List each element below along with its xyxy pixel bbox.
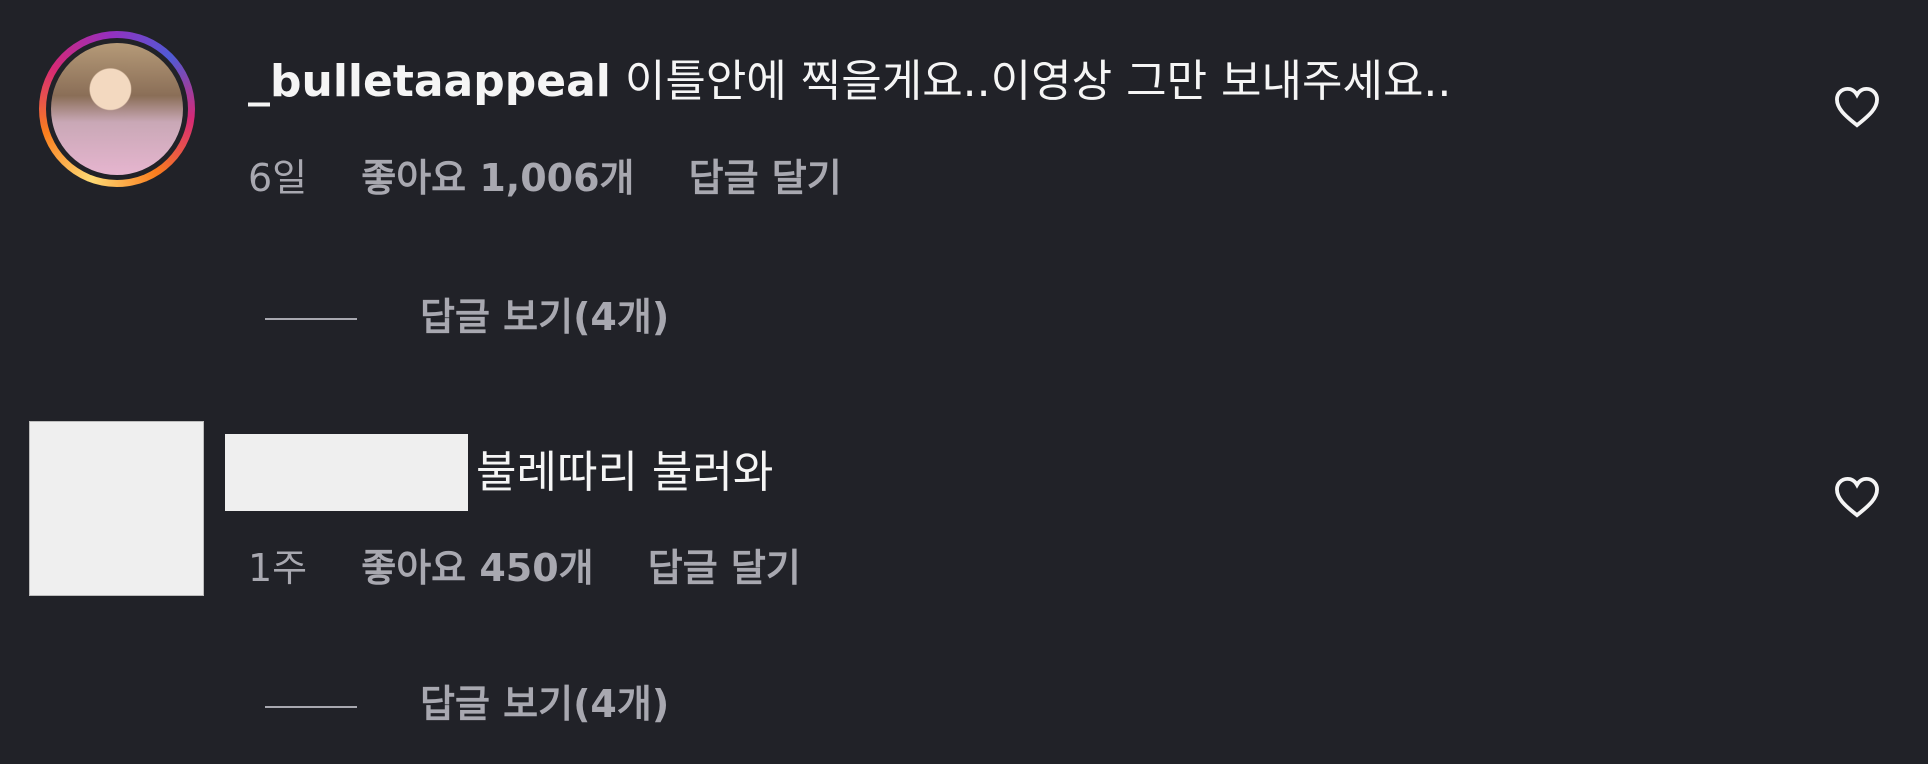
comment-likes[interactable]: 좋아요 1,006개 bbox=[361, 156, 634, 200]
comment-body: 불레따리 불러와 bbox=[476, 445, 773, 501]
comment-text: 이틀안에 찍을게요..이영상 그만 보내주세요.. bbox=[624, 56, 1452, 107]
comment-time: 1주 bbox=[248, 546, 308, 590]
heart-outline-icon[interactable] bbox=[1834, 86, 1880, 128]
avatar-image bbox=[51, 43, 183, 175]
replies-divider bbox=[265, 318, 357, 320]
comment-time: 6일 bbox=[248, 156, 308, 200]
comment-text: 불레따리 불러와 bbox=[476, 447, 774, 498]
comment-likes[interactable]: 좋아요 450개 bbox=[361, 546, 593, 590]
view-replies-button[interactable]: 답글 보기(4개) bbox=[420, 292, 669, 342]
replies-divider bbox=[265, 706, 357, 708]
comment-meta: 6일 좋아요 1,006개 답글 달기 bbox=[248, 153, 884, 203]
heart-outline-icon[interactable] bbox=[1834, 476, 1880, 518]
view-replies-button[interactable]: 답글 보기(4개) bbox=[420, 679, 669, 729]
comment-username[interactable]: _bulletaappeal bbox=[248, 56, 611, 107]
comment-body: _bulletaappeal 이틀안에 찍을게요..이영상 그만 보내주세요.. bbox=[248, 54, 1451, 110]
redacted-avatar bbox=[29, 421, 204, 596]
comment-meta: 1주 좋아요 450개 답글 달기 bbox=[248, 543, 843, 593]
reply-button[interactable]: 답글 달기 bbox=[648, 546, 801, 590]
story-avatar[interactable] bbox=[39, 31, 195, 187]
comments-section: _bulletaappeal 이틀안에 찍을게요..이영상 그만 보내주세요..… bbox=[0, 0, 1928, 764]
redacted-username bbox=[225, 434, 468, 511]
reply-button[interactable]: 답글 달기 bbox=[689, 156, 842, 200]
